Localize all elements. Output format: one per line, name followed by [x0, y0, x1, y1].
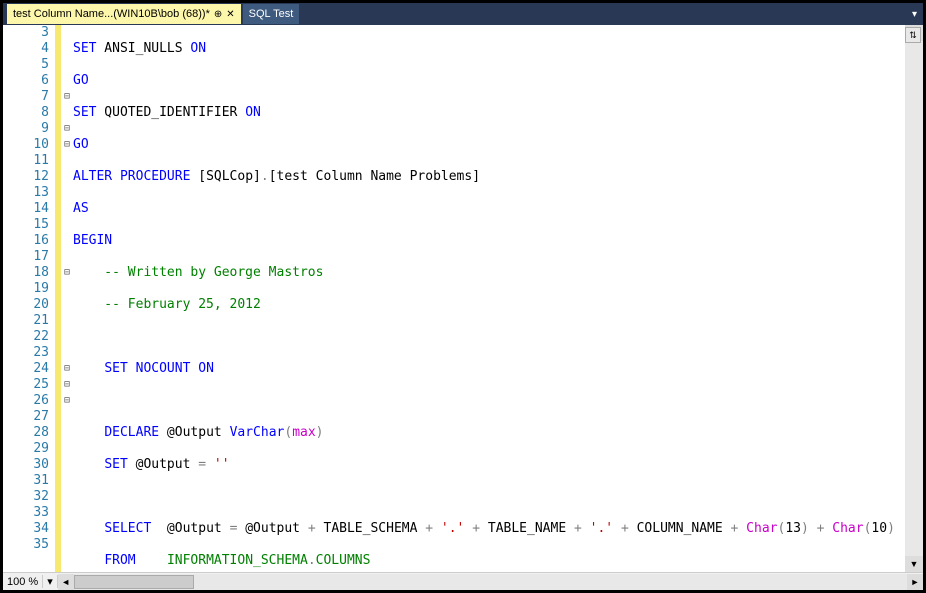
vertical-scrollbar[interactable]: ⇅ ▲ ▼ [905, 25, 923, 572]
tab-active[interactable]: test Column Name...(WIN10B\bob (68))* ⊕ … [7, 4, 241, 24]
tab-bar: test Column Name...(WIN10B\bob (68))* ⊕ … [3, 3, 923, 25]
tab-overflow-icon[interactable]: ▾ [912, 9, 923, 20]
scroll-thumb[interactable] [74, 575, 194, 589]
tab-inactive[interactable]: SQL Test [243, 4, 300, 24]
scroll-track[interactable] [905, 41, 923, 556]
tab-active-label: test Column Name...(WIN10B\bob (68))* [13, 8, 210, 20]
fold-icon[interactable]: ⊟ [61, 121, 73, 137]
scroll-right-icon[interactable]: ► [907, 574, 923, 590]
scroll-down-icon[interactable]: ▼ [905, 556, 923, 572]
horizontal-scrollbar[interactable]: ◄ ► [58, 574, 923, 590]
code-editor[interactable]: SET ANSI_NULLS ON GO SET QUOTED_IDENTIFI… [73, 25, 905, 572]
fold-icon[interactable]: ⊟ [61, 361, 73, 377]
tab-inactive-label: SQL Test [249, 8, 294, 20]
ide-frame: test Column Name...(WIN10B\bob (68))* ⊕ … [0, 0, 926, 593]
line-gutter: 3456789101112131415161718192021222324252… [3, 25, 55, 572]
zoom-level: 100 % [3, 576, 42, 588]
fold-icon[interactable]: ⊟ [61, 393, 73, 409]
pin-icon[interactable]: ⊕ [214, 9, 222, 20]
fold-icon[interactable]: ⊟ [61, 89, 73, 105]
fold-icon[interactable]: ⊟ [61, 137, 73, 153]
fold-icon[interactable]: ⊟ [61, 377, 73, 393]
fold-icon[interactable]: ⊟ [61, 265, 73, 281]
close-icon[interactable]: ✕ [226, 9, 234, 20]
scroll-left-icon[interactable]: ◄ [58, 574, 74, 590]
outline-bar: ⊟ ⊟ ⊟ ⊟ ⊟ ⊟ ⊟ [61, 25, 73, 572]
editor-area: 3456789101112131415161718192021222324252… [3, 25, 923, 572]
zoom-dropdown-icon[interactable]: ▾ [42, 575, 58, 588]
status-bar: 100 % ▾ ◄ ► [3, 572, 923, 590]
